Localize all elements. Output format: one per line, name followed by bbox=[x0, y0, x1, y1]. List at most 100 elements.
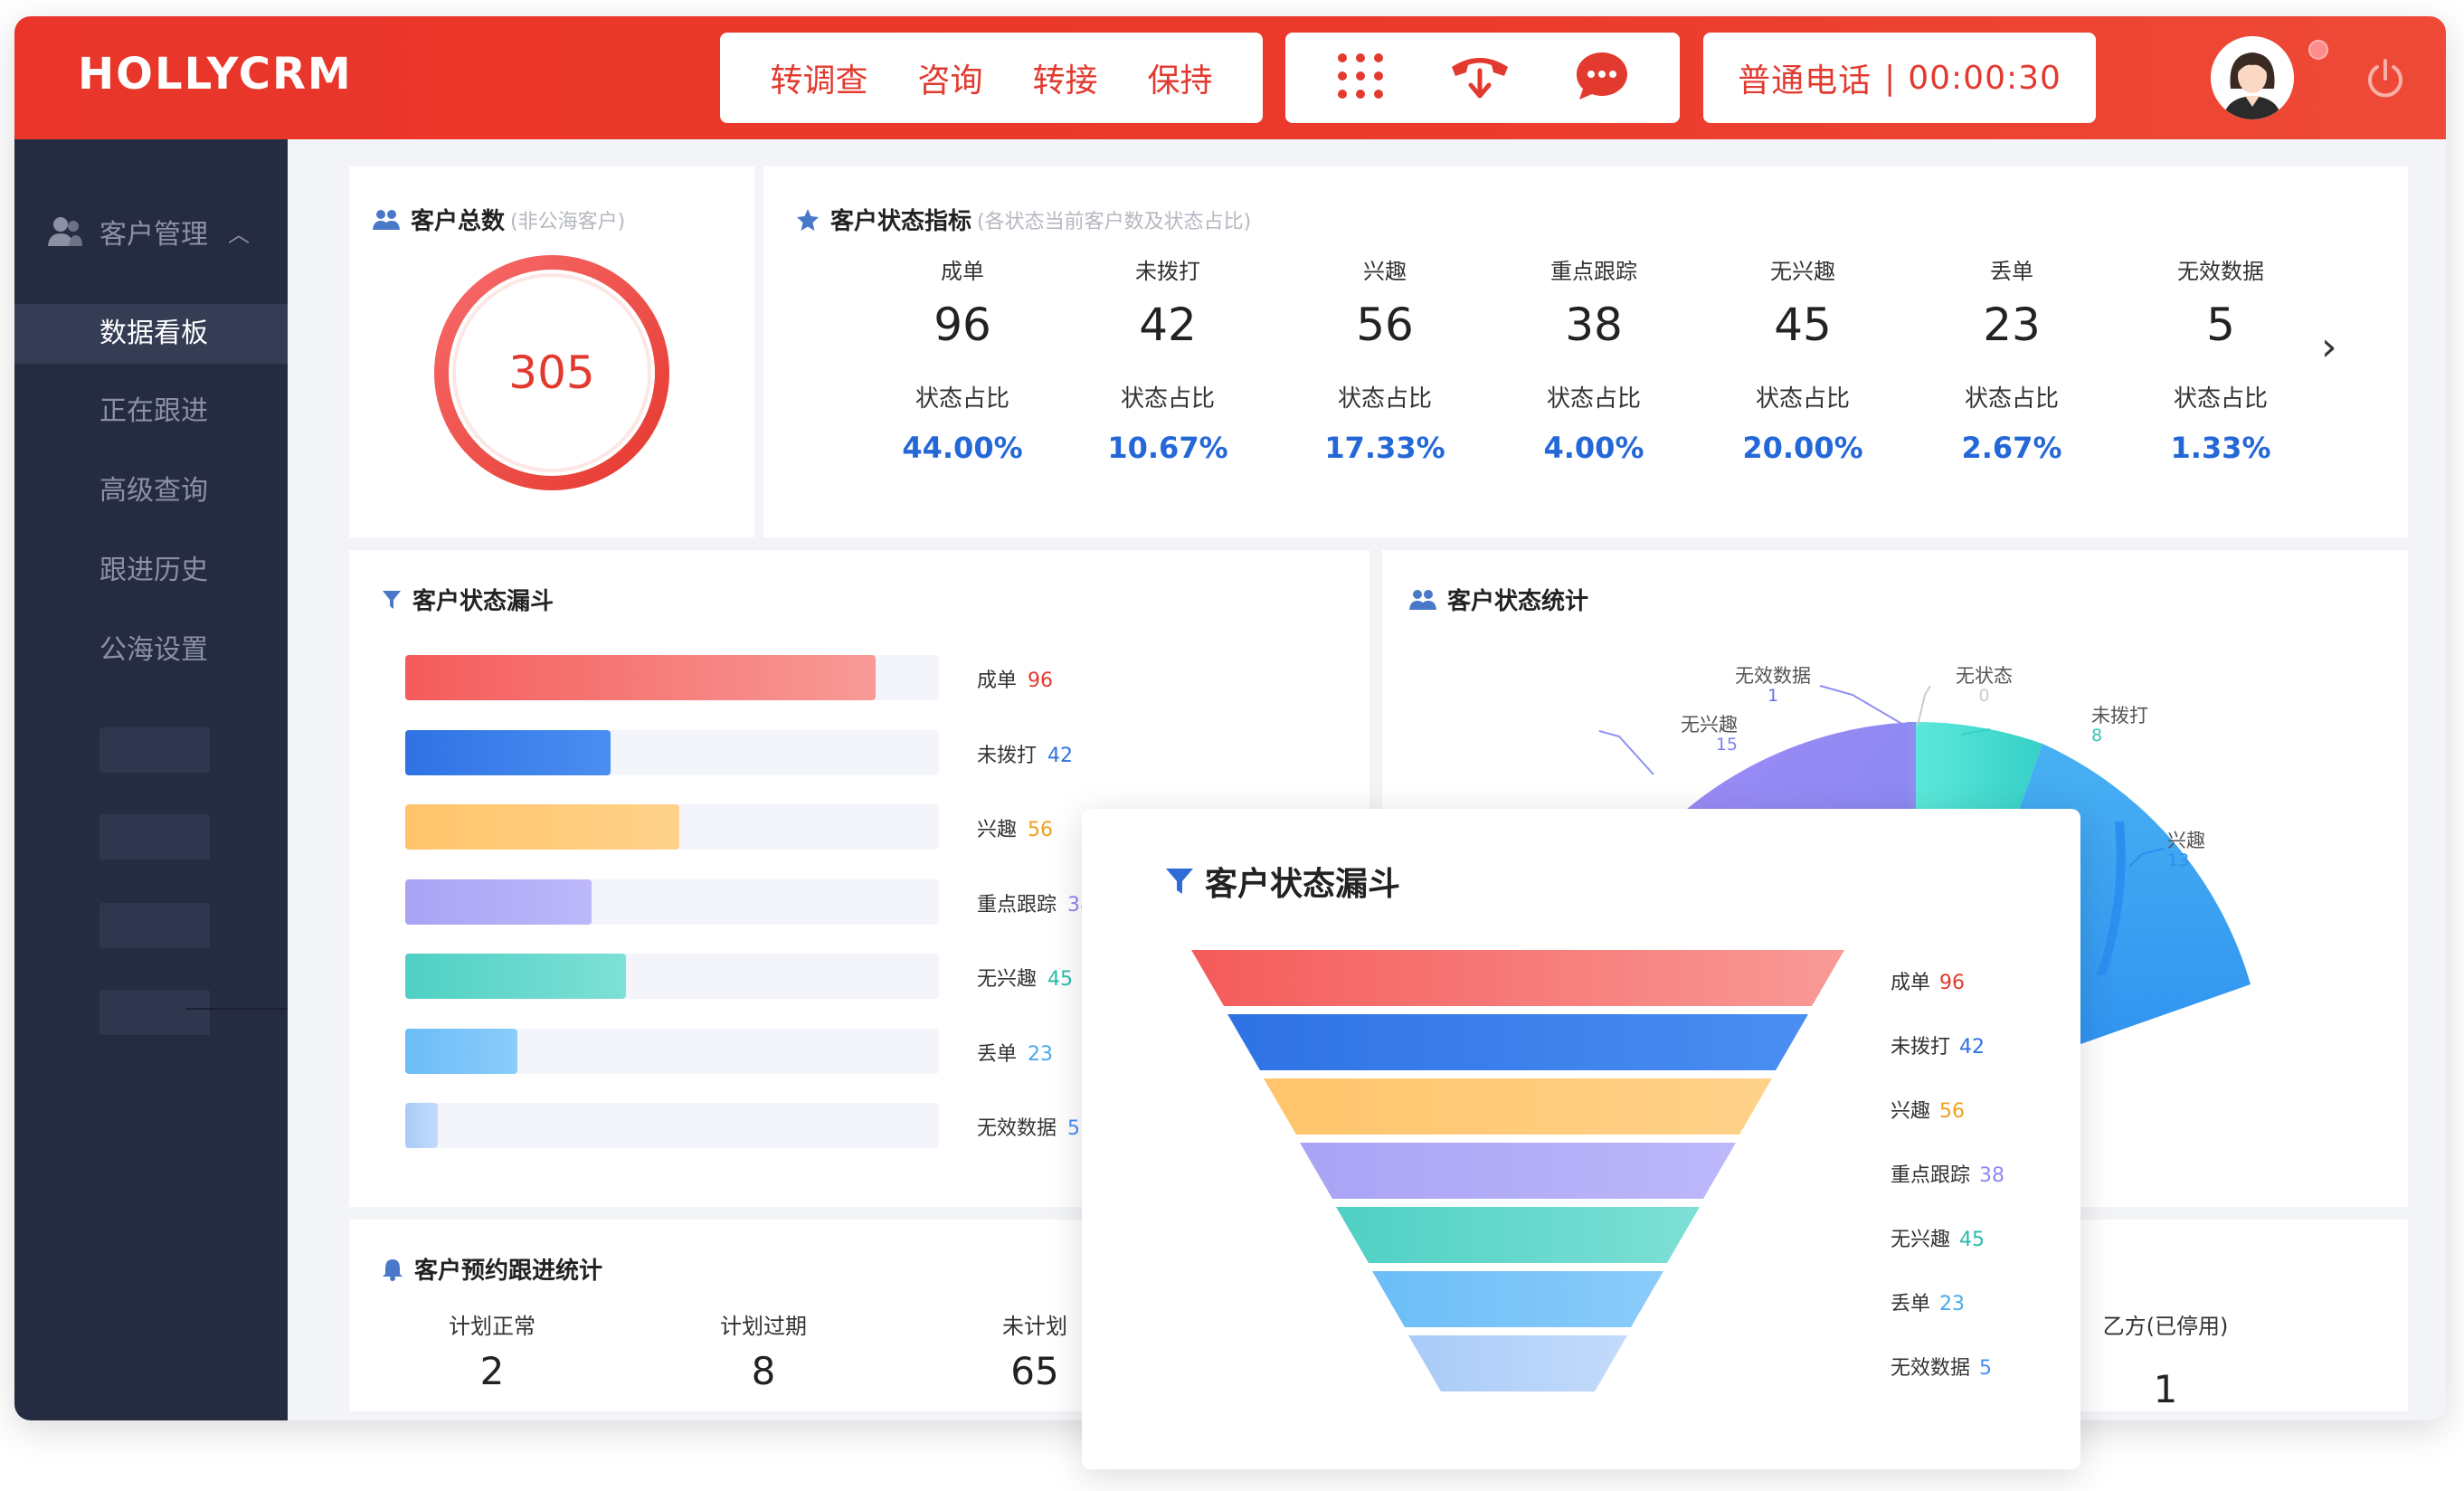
funnel-popup-label-value: 38 bbox=[1979, 1164, 2005, 1187]
indicator-ratio-label: 状态占比 bbox=[1337, 385, 1432, 413]
indicator-value: 96 bbox=[933, 299, 991, 351]
funnel-popup-label: 成单 96 bbox=[1891, 966, 1965, 995]
schedule-card-title: 客户预约跟进统计 bbox=[382, 1252, 602, 1286]
funnel-bar-fill bbox=[405, 729, 611, 775]
bell-icon bbox=[383, 1258, 403, 1281]
funnel-bar-value: 45 bbox=[1047, 968, 1074, 991]
funnel-bar-value: 56 bbox=[1028, 819, 1054, 841]
funnel-segment bbox=[1336, 1207, 1700, 1263]
funnel-segment bbox=[1408, 1335, 1627, 1391]
funnel-bar-name: 兴趣 bbox=[977, 819, 1018, 841]
indicator-name: 未拨打 bbox=[1135, 259, 1200, 284]
total-card-title-text: 客户总数 bbox=[411, 208, 506, 235]
chevron-right-icon[interactable]: › bbox=[2321, 324, 2337, 370]
indicator-name: 无兴趣 bbox=[1770, 259, 1835, 284]
pie-label-no-status: 无状态 0 bbox=[1956, 665, 2013, 706]
hold-button[interactable]: 保持 bbox=[1147, 54, 1212, 101]
total-ring: 305 bbox=[432, 253, 671, 492]
funnel-popup-label: 兴趣 56 bbox=[1891, 1095, 1965, 1124]
top-header: HOLLYCRM 转调查 咨询 转接 保持 普通电话 | 00:00:30 bbox=[14, 16, 2446, 139]
transfer-button[interactable]: 转接 bbox=[1032, 54, 1097, 101]
funnel-popup-label: 无效数据 5 bbox=[1891, 1352, 1992, 1381]
funnel-popup-label: 无兴趣 45 bbox=[1891, 1223, 1985, 1252]
power-icon[interactable] bbox=[2363, 56, 2408, 101]
funnel-segment bbox=[1300, 1143, 1736, 1199]
indicator-ratio-label: 状态占比 bbox=[1964, 385, 2059, 413]
pie-label-no-interest: 无兴趣 15 bbox=[1681, 714, 1738, 755]
schedule-expired: 计划过期 8 bbox=[720, 1314, 807, 1393]
call-status-separator: | bbox=[1884, 59, 1896, 97]
indicators-card-title: 客户状态指标 (各状态当前客户数及状态占比) bbox=[796, 203, 1251, 236]
sidebar-item-pool-settings[interactable]: 公海设置 bbox=[14, 621, 288, 680]
users-icon bbox=[48, 217, 82, 246]
funnel-bar-value: 42 bbox=[1047, 744, 1074, 767]
sidebar-section-customer[interactable]: 客户管理 ︿ bbox=[47, 212, 250, 252]
funnel-segment bbox=[1191, 950, 1844, 1006]
indicator-ratio-value: 2.67% bbox=[1961, 431, 2062, 465]
funnel-bar-label: 兴趣 56 bbox=[977, 813, 1053, 842]
indicator-name: 丢单 bbox=[1990, 259, 2033, 284]
sidebar-placeholder bbox=[100, 903, 210, 948]
indicator-ratio-value: 17.33% bbox=[1324, 431, 1445, 465]
transfer-survey-button[interactable]: 转调查 bbox=[770, 54, 867, 101]
indicator-column: 无兴趣 45 状态占比 20.00% bbox=[1721, 253, 1884, 465]
star-icon bbox=[797, 208, 819, 231]
funnel-segment bbox=[1264, 1078, 1772, 1135]
indicator-ratio-label: 状态占比 bbox=[1755, 385, 1850, 413]
funnel-popup-label-value: 96 bbox=[1939, 972, 1966, 994]
funnel-popup-label-value: 56 bbox=[1939, 1100, 1966, 1123]
funnel-popup-label-value: 23 bbox=[1939, 1293, 1966, 1315]
sidebar-item-advanced-search[interactable]: 高级查询 bbox=[14, 461, 288, 521]
indicator-column: 成单 96 状态占比 44.00% bbox=[881, 253, 1044, 465]
total-card-title: 客户总数 (非公海客户) bbox=[373, 203, 625, 236]
funnel-bar-value: 23 bbox=[1028, 1042, 1054, 1066]
funnel-bar-value: 96 bbox=[1028, 670, 1054, 692]
indicator-ratio-value: 1.33% bbox=[2170, 431, 2271, 465]
call-tool-group bbox=[1285, 33, 1680, 123]
funnel-bar-fill bbox=[405, 1028, 517, 1074]
sidebar-placeholder bbox=[100, 990, 210, 1035]
funnel-bar-label: 成单 96 bbox=[977, 664, 1053, 693]
funnel-bar-fill bbox=[405, 804, 679, 850]
chevron-up-icon: ︿ bbox=[228, 221, 250, 247]
dialpad-icon[interactable] bbox=[1335, 51, 1386, 105]
user-avatar[interactable] bbox=[2211, 36, 2294, 119]
call-action-group: 转调查 咨询 转接 保持 bbox=[720, 33, 1263, 123]
funnel-bar-fill bbox=[405, 1103, 438, 1148]
sidebar-section-label: 客户管理 bbox=[100, 219, 208, 251]
leader-line bbox=[1598, 730, 1654, 775]
consult-button[interactable]: 咨询 bbox=[917, 54, 982, 101]
funnel-popup-label-name: 成单 bbox=[1891, 972, 1931, 994]
total-card-subtitle: (非公海客户) bbox=[510, 210, 626, 233]
funnel-bar-label: 丢单 23 bbox=[977, 1038, 1053, 1067]
indicator-value: 23 bbox=[1983, 299, 2041, 351]
indicator-name: 无效数据 bbox=[2177, 259, 2264, 284]
funnel-bar-name: 重点跟踪 bbox=[977, 893, 1057, 916]
indicator-value: 42 bbox=[1139, 299, 1197, 351]
funnel-bar-name: 未拨打 bbox=[977, 744, 1038, 767]
indicator-ratio-label: 状态占比 bbox=[1120, 385, 1215, 413]
funnel-popup-card: 客户状态漏斗 成单 96 未拨打 42 兴趣 56 重点跟踪 38 无兴趣 45 丢单 23 无效数据 5 bbox=[1082, 809, 2080, 1469]
indicator-name: 成单 bbox=[941, 259, 984, 284]
sidebar-divider bbox=[186, 1008, 288, 1010]
funnel-popup-label-name: 无兴趣 bbox=[1891, 1229, 1951, 1251]
hangup-icon[interactable] bbox=[1448, 49, 1512, 107]
sidebar-item-history[interactable]: 跟进历史 bbox=[14, 541, 288, 601]
funnel-bar-name: 无效数据 bbox=[977, 1117, 1057, 1140]
call-type-label: 普通电话 bbox=[1738, 62, 1872, 100]
indicators-subtitle: (各状态当前客户数及状态占比) bbox=[977, 210, 1252, 233]
schedule-normal: 计划正常 2 bbox=[449, 1314, 535, 1393]
indicators-title-text: 客户状态指标 bbox=[830, 208, 972, 235]
sidebar-item-dashboard[interactable]: 数据看板 bbox=[14, 304, 288, 364]
status-indicators-card: 客户状态指标 (各状态当前客户数及状态占比) 成单 96 状态占比 44.00% 未拨打… bbox=[763, 166, 2408, 537]
schedule-partial-column: 乙方(已停用) 1 bbox=[2102, 1314, 2229, 1411]
chat-bubble-icon[interactable] bbox=[1574, 50, 1630, 106]
sidebar-item-following[interactable]: 正在跟进 bbox=[14, 382, 288, 442]
funnel-popup-label-value: 5 bbox=[1979, 1357, 1993, 1380]
funnel-bar-name: 丢单 bbox=[977, 1042, 1018, 1066]
indicator-ratio-label: 状态占比 bbox=[2173, 385, 2268, 413]
funnel-icon bbox=[383, 590, 401, 609]
brand-logo-text: HOLLYCRM bbox=[78, 49, 353, 100]
leader-line bbox=[1819, 685, 1906, 727]
indicator-column: 无效数据 5 状态占比 1.33% bbox=[2139, 253, 2302, 465]
